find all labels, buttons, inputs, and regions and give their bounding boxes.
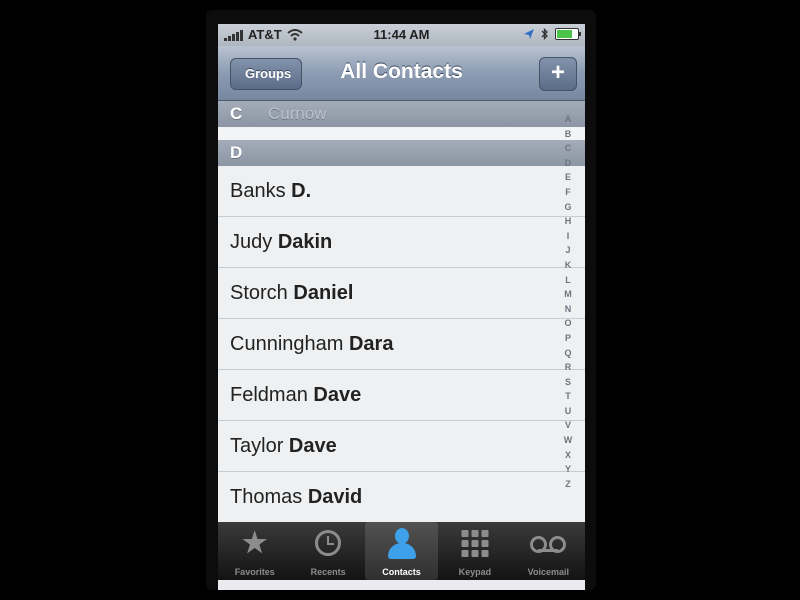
- section-letter: C: [230, 104, 243, 123]
- index-letter-h[interactable]: H: [565, 214, 572, 229]
- index-letter-n[interactable]: N: [565, 302, 572, 317]
- star-icon: ★: [242, 527, 268, 558]
- contact-row[interactable]: Judy Dakin: [218, 217, 585, 268]
- index-letter-l[interactable]: L: [565, 273, 571, 288]
- contact-first-name: Judy: [230, 231, 273, 253]
- contact-last-name: Dave: [288, 435, 337, 457]
- clock-icon: [315, 528, 342, 556]
- tab-bar: ★ Favorites Recents Contacts Keypad Voic…: [218, 522, 585, 580]
- index-letter-s[interactable]: S: [565, 375, 571, 390]
- contact-first-name: Taylor: [230, 435, 284, 457]
- contact-row[interactable]: Cunningham Dara: [218, 319, 585, 370]
- index-letter-k[interactable]: K: [565, 258, 572, 273]
- ghost-contact-text: Curnow: [268, 104, 327, 123]
- contact-row[interactable]: Taylor Dave: [218, 421, 585, 472]
- navigation-bar: Groups All Contacts +: [218, 46, 585, 101]
- tab-label: Keypad: [458, 567, 492, 577]
- tab-label: Favorites: [234, 567, 275, 577]
- index-letter-z[interactable]: Z: [565, 477, 571, 492]
- tab-recents[interactable]: Recents: [291, 522, 364, 580]
- index-letter-c[interactable]: C: [565, 141, 572, 156]
- index-letter-w[interactable]: W: [564, 433, 573, 448]
- contact-first-name: Feldman: [230, 384, 308, 406]
- tab-keypad[interactable]: Keypad: [438, 522, 511, 580]
- contact-row[interactable]: Feldman Dave: [218, 370, 585, 421]
- alphabet-index[interactable]: ABCDEFGHIJKLMNOPQRSTUVWXYZ: [561, 112, 575, 491]
- tab-label: Voicemail: [527, 567, 569, 577]
- index-letter-v[interactable]: V: [565, 418, 571, 433]
- contact-row[interactable]: Storch Daniel: [218, 268, 585, 319]
- contact-last-name: Dakin: [277, 231, 333, 253]
- index-letter-a[interactable]: A: [565, 112, 572, 127]
- contact-last-name: David: [307, 486, 363, 508]
- index-letter-j[interactable]: J: [565, 243, 570, 258]
- contact-first-name: Storch: [230, 282, 288, 304]
- battery-icon: [555, 28, 581, 40]
- add-contact-button[interactable]: +: [539, 57, 577, 91]
- status-right: [523, 28, 581, 40]
- tab-favorites[interactable]: ★ Favorites: [218, 522, 291, 580]
- index-letter-g[interactable]: G: [564, 200, 571, 215]
- index-letter-b[interactable]: B: [565, 127, 572, 142]
- index-letter-q[interactable]: Q: [564, 346, 571, 361]
- contacts-list[interactable]: C Curnow D Banks D. Judy Dakin Storch Da…: [218, 101, 585, 523]
- bluetooth-icon: [541, 28, 548, 40]
- tab-contacts[interactable]: Contacts: [364, 522, 439, 580]
- contact-last-name: Dave: [313, 384, 362, 406]
- index-letter-d[interactable]: D: [565, 156, 572, 171]
- index-letter-f[interactable]: F: [565, 185, 571, 200]
- tab-voicemail[interactable]: Voicemail: [512, 522, 585, 580]
- index-letter-o[interactable]: O: [564, 316, 571, 331]
- contact-last-name: Daniel: [293, 282, 354, 304]
- location-arrow-icon: [524, 29, 534, 39]
- keypad-icon: [461, 528, 489, 557]
- contact-last-name: Dara: [348, 333, 394, 355]
- index-letter-u[interactable]: U: [565, 404, 572, 419]
- contact-first-name: Cunningham: [230, 333, 344, 355]
- index-letter-m[interactable]: M: [564, 287, 572, 302]
- status-bar: AT&T 11:44 AM: [218, 24, 585, 46]
- page-title: All Contacts: [340, 60, 463, 83]
- contact-row[interactable]: Banks D.: [218, 166, 585, 217]
- section-header-d: D: [218, 140, 585, 166]
- section-letter: D: [230, 143, 243, 162]
- contact-last-name: D.: [291, 180, 312, 202]
- index-letter-x[interactable]: X: [565, 448, 571, 463]
- index-letter-r[interactable]: R: [565, 360, 572, 375]
- index-letter-y[interactable]: Y: [565, 462, 571, 477]
- contact-row[interactable]: Thomas David: [218, 472, 585, 523]
- contact-first-name: Banks: [230, 180, 286, 202]
- index-letter-p[interactable]: P: [565, 331, 571, 346]
- battery-fill: [557, 30, 573, 38]
- section-spacer: [218, 127, 585, 140]
- voicemail-icon: [530, 528, 567, 553]
- tab-label: Contacts: [382, 567, 421, 577]
- phone-screen: AT&T 11:44 AM Groups All Contacts + C Cu…: [218, 24, 585, 590]
- person-icon: [387, 528, 417, 560]
- index-letter-e[interactable]: E: [565, 170, 571, 185]
- tab-label: Recents: [310, 567, 346, 577]
- index-letter-i[interactable]: I: [567, 229, 570, 244]
- section-header-c: C Curnow: [218, 101, 585, 127]
- index-letter-t[interactable]: T: [565, 389, 571, 404]
- contact-first-name: Thomas: [230, 486, 303, 508]
